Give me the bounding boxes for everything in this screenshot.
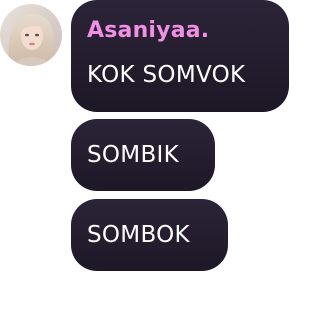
message-bubble[interactable]: SOMBIK	[71, 119, 215, 191]
message-text: SOMBOK	[87, 222, 190, 248]
message-text: KOK SOMVOK	[87, 62, 246, 88]
message-text: SOMBIK	[87, 142, 179, 168]
avatar[interactable]	[0, 4, 62, 66]
message-bubble[interactable]: Asaniyaa. KOK SOMVOK	[71, 0, 289, 112]
message-bubble[interactable]: SOMBOK	[71, 199, 228, 271]
sender-name: Asaniyaa.	[87, 18, 210, 43]
user-avatar-image	[0, 4, 62, 66]
